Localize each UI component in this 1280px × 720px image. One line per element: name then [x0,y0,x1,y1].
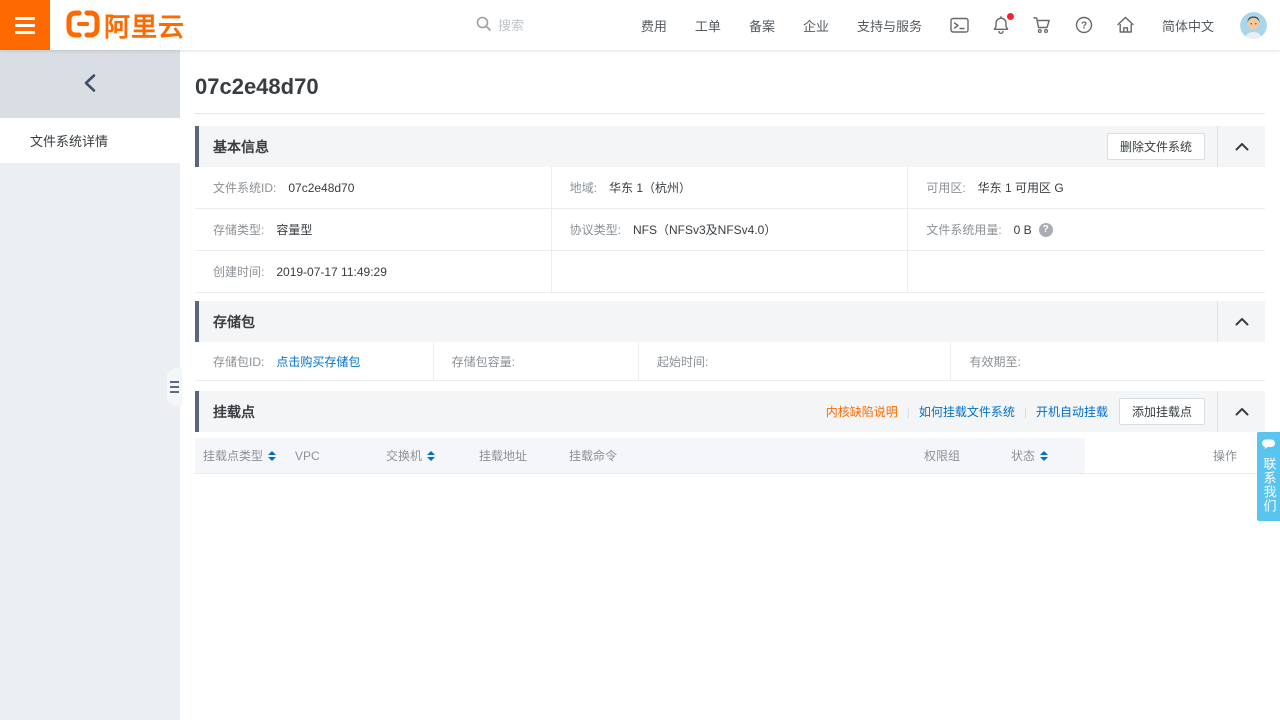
field-empty-1 [552,251,909,293]
basic-info-header: 基本信息 删除文件系统 [195,126,1265,167]
auto-mount-link[interactable]: 开机自动挂载 [1036,403,1108,420]
field-create-time: 创建时间: 2019-07-17 11:49:29 [195,251,552,293]
column-permission-group: 权限组 [916,438,1003,473]
notification-dot [1007,13,1014,20]
terminal-icon[interactable] [950,17,969,34]
user-avatar[interactable] [1240,12,1267,39]
column-vpc: VPC [287,438,378,473]
column-mount-type: 挂载点类型 [195,438,287,473]
bell-icon[interactable] [992,16,1010,34]
home-icon[interactable] [1116,16,1135,34]
chevron-up-icon [1235,142,1249,151]
svg-text:?: ? [1081,21,1087,32]
help-icon[interactable]: ? [1075,16,1093,34]
storage-package-header: 存储包 [195,301,1265,342]
contact-us-widget[interactable]: 联系我们 [1257,432,1280,521]
sidebar-collapse-handle-icon[interactable] [167,368,182,406]
sidebar-item-file-system-detail[interactable]: 文件系统详情 [0,118,180,163]
nav-support[interactable]: 支持与服务 [857,16,922,35]
nav-icp[interactable]: 备案 [749,16,775,35]
field-zone: 可用区: 华东 1 可用区 G [908,167,1265,209]
sidebar-item-label: 文件系统详情 [30,131,108,150]
hamburger-menu-icon[interactable] [0,0,50,50]
language-selector[interactable]: 简体中文 [1162,16,1214,35]
sort-icon[interactable] [1040,451,1048,461]
chevron-left-icon [82,73,98,96]
logo-text: 阿里云 [104,7,185,44]
basic-info-collapse-button[interactable] [1217,126,1265,167]
topbar-right-nav: 费用 工单 备案 企业 支持与服务 ? 简体中文 [641,0,1280,50]
add-mount-point-button[interactable]: 添加挂载点 [1119,398,1205,425]
chevron-up-icon [1235,407,1249,416]
global-search[interactable] [476,0,648,50]
column-mount-command: 挂载命令 [561,438,916,473]
search-input[interactable] [498,18,648,33]
main-content: 07c2e48d70 基本信息 删除文件系统 文件系统ID: 07c2e48d7… [180,50,1280,720]
logo-bracket-icon [66,9,100,42]
alibaba-cloud-logo[interactable]: 阿里云 [66,7,185,44]
storage-package-section: 存储包 存储包ID: 点击购买存储包 存储包容量: 起始时间: 有效期至: [195,301,1265,381]
storage-package-title: 存储包 [213,312,255,332]
sidebar-back-button[interactable] [0,50,180,118]
storage-package-collapse-button[interactable] [1217,301,1265,342]
chat-bubble-icon [1261,438,1276,453]
cart-icon[interactable] [1033,16,1052,34]
page-title: 07c2e48d70 [195,74,1265,100]
title-divider [195,113,1265,114]
field-protocol-type: 协议类型: NFS（NFSv3及NFSv4.0） [552,209,909,251]
sidebar: 文件系统详情 [0,50,180,720]
search-icon [476,16,492,35]
field-package-start: 起始时间: [639,342,951,381]
field-usage: 文件系统用量: 0 B [908,209,1265,251]
how-to-mount-link[interactable]: 如何挂载文件系统 [919,403,1015,420]
contact-us-label: 联系我们 [1259,457,1279,513]
basic-info-section: 基本信息 删除文件系统 文件系统ID: 07c2e48d70 地域: 华东 1（… [195,126,1265,293]
column-vswitch: 交换机 [378,438,471,473]
usage-help-icon[interactable] [1039,223,1053,237]
mount-point-collapse-button[interactable] [1217,391,1265,432]
mount-point-table-header: 挂载点类型 VPC 交换机 挂载地址 挂载命令 权限组 状态 [195,438,1265,474]
chevron-up-icon [1235,317,1249,326]
basic-info-grid: 文件系统ID: 07c2e48d70 地域: 华东 1（杭州） 可用区: 华东 … [195,167,1265,293]
column-mount-address: 挂载地址 [471,438,561,473]
basic-info-title: 基本信息 [213,137,269,157]
buy-storage-package-link[interactable]: 点击购买存储包 [276,353,360,370]
nav-enterprise[interactable]: 企业 [803,16,829,35]
field-package-capacity: 存储包容量: [434,342,639,381]
field-package-id: 存储包ID: 点击购买存储包 [195,342,434,381]
field-empty-2 [908,251,1265,293]
field-region: 地域: 华东 1（杭州） [552,167,909,209]
kernel-defect-link[interactable]: 内核缺陷说明 [826,403,898,420]
nav-tickets[interactable]: 工单 [695,16,721,35]
mount-point-section: 挂载点 内核缺陷说明 | 如何挂载文件系统 | 开机自动挂载 添加挂载点 挂载点… [195,391,1265,474]
field-package-expire: 有效期至: [951,342,1265,381]
sort-icon[interactable] [427,451,435,461]
column-actions: 操作 [1085,438,1265,473]
topbar: 阿里云 费用 工单 备案 企业 支持与服务 ? 简体中文 [0,0,1280,50]
column-status: 状态 [1003,438,1085,473]
mount-point-title: 挂载点 [213,402,255,422]
field-file-system-id: 文件系统ID: 07c2e48d70 [195,167,552,209]
mount-point-header: 挂载点 内核缺陷说明 | 如何挂载文件系统 | 开机自动挂载 添加挂载点 [195,391,1265,432]
storage-package-grid: 存储包ID: 点击购买存储包 存储包容量: 起始时间: 有效期至: [195,342,1265,381]
sort-icon[interactable] [268,451,276,461]
field-storage-type: 存储类型: 容量型 [195,209,552,251]
delete-file-system-button[interactable]: 删除文件系统 [1107,133,1205,160]
